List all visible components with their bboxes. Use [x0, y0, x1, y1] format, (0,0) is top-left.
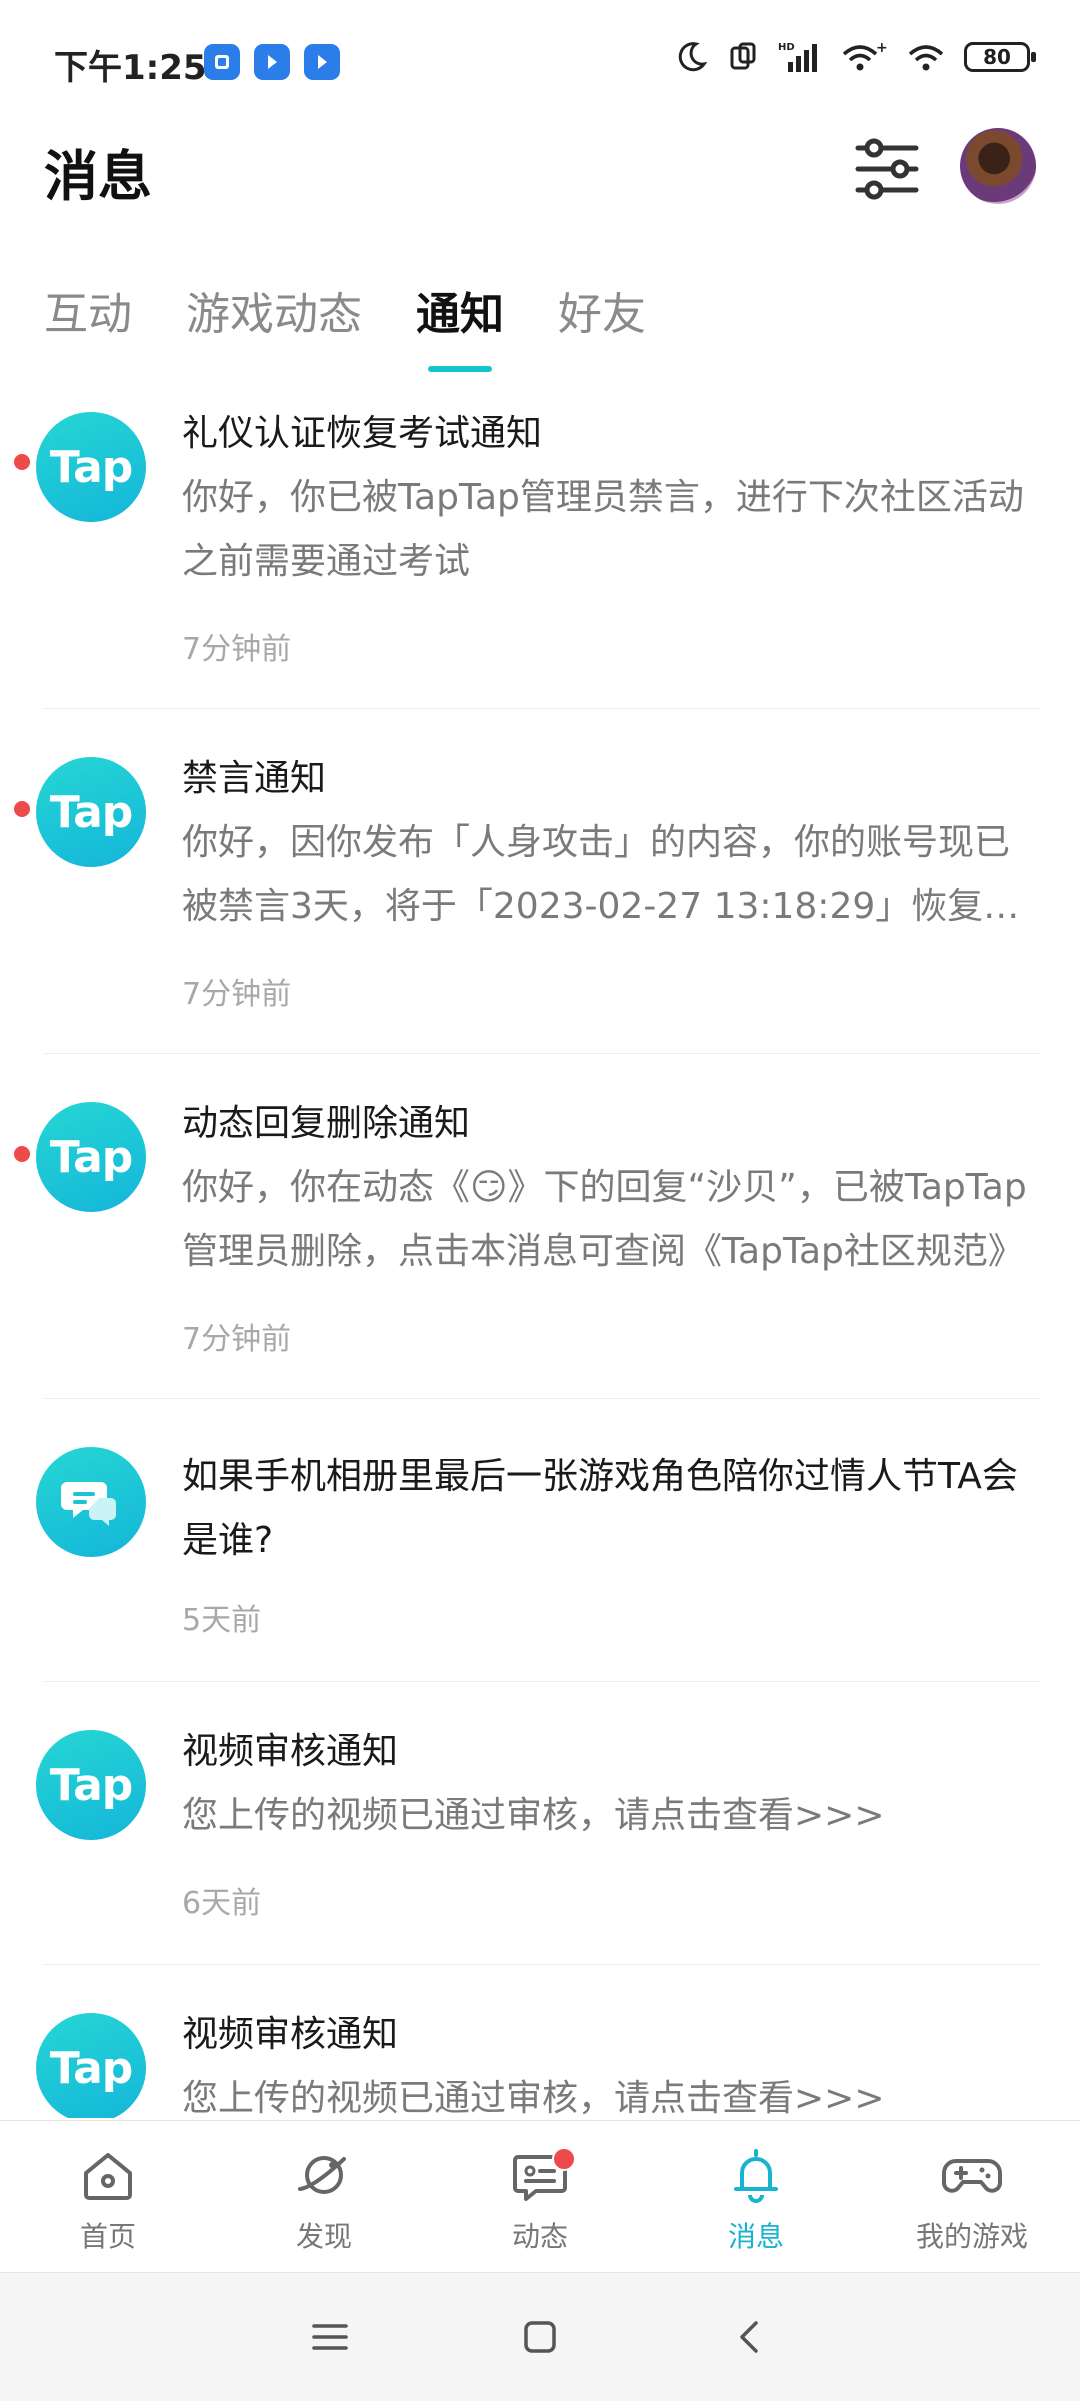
notification-time: 7分钟前: [182, 977, 292, 1012]
avatar[interactable]: [960, 128, 1036, 204]
moon-icon: [678, 42, 708, 72]
nav-my-games[interactable]: 我的游戏: [864, 2121, 1080, 2271]
nfc-icon: [730, 42, 756, 70]
page-title: 消息: [44, 145, 152, 208]
bottom-nav: 首页 发现 动态 消息 我的游戏: [0, 2120, 1080, 2271]
app-notification-icon: [304, 44, 340, 80]
notification-time: 7分钟前: [182, 1322, 292, 1357]
notification-time: 6天前: [182, 1886, 262, 1921]
tab-interaction[interactable]: 互动: [44, 278, 132, 372]
notification-item[interactable]: Tap 动态回复删除通知 你好，你在动态《😏》下的回复“沙贝”，已被TapTap…: [14, 1053, 1040, 1398]
nav-messages[interactable]: 消息: [648, 2121, 864, 2271]
active-tab-indicator: [428, 366, 492, 372]
notification-item[interactable]: Tap 礼仪认证恢复考试通知 你好，你已被TapTap管理员禁言，进行下次社区活…: [0, 398, 1080, 708]
app-notification-icon: [254, 44, 290, 80]
tab-game-updates[interactable]: 游戏动态: [186, 278, 362, 372]
notification-item[interactable]: Tap 视频审核通知 您上传的视频已通过审核，请点击查看>>>: [36, 1964, 1040, 2118]
hd-signal-icon: HD: [778, 42, 817, 72]
notification-title: 动态回复删除通知: [182, 1103, 471, 1144]
notification-item[interactable]: Tap 禁言通知 你好，因你发布「人身攻击」的内容，你的账号现已被禁言3天，将于…: [14, 708, 1040, 1053]
nav-discover-label: 发现: [295, 2220, 352, 2253]
taptap-logo-icon: Tap: [36, 1730, 146, 1840]
svg-text:+: +: [876, 40, 888, 56]
nav-home-label: 首页: [79, 2220, 136, 2253]
unread-dot: [14, 1146, 30, 1162]
filter-button[interactable]: [852, 136, 922, 202]
status-time: 下午1:25: [54, 48, 207, 88]
notification-body: 您上传的视频已通过审核，请点击查看>>>: [182, 2078, 885, 2118]
notification-title: 视频审核通知: [182, 1731, 399, 1772]
nav-home[interactable]: 首页: [0, 2121, 216, 2271]
notification-title: 如果手机相册里最后一张游戏角色陪你过情人节TA会是谁?: [182, 1456, 1018, 1561]
home-icon: [84, 2153, 132, 2200]
home-square-icon[interactable]: [520, 2317, 560, 2357]
app-notification-icon: [204, 44, 240, 80]
sliders-icon: [855, 138, 919, 200]
chat-bubble-icon: [36, 1447, 146, 1557]
tab-notifications[interactable]: 通知: [416, 278, 504, 372]
taptap-logo-icon: Tap: [36, 412, 146, 522]
tab-notifications-label: 通知: [416, 289, 504, 340]
back-icon[interactable]: [730, 2317, 770, 2357]
svg-text:HD: HD: [778, 42, 795, 53]
wifi-icon: [908, 45, 944, 71]
notification-item[interactable]: 如果手机相册里最后一张游戏角色陪你过情人节TA会是谁? 5天前: [36, 1398, 1040, 1681]
menu-icon[interactable]: [310, 2320, 350, 2354]
nav-feed[interactable]: 动态: [432, 2121, 648, 2271]
notification-title: 礼仪认证恢复考试通知: [182, 413, 543, 454]
unread-dot: [14, 801, 30, 817]
discover-planet-icon: [298, 2156, 346, 2194]
taptap-logo-icon: Tap: [36, 757, 146, 867]
status-icons: HD + 80: [674, 40, 1036, 74]
gamepad-icon: [942, 2159, 1002, 2193]
taptap-logo-icon: Tap: [36, 2013, 146, 2118]
notification-body: 你好，因你发布「人身攻击」的内容，你的账号现已被禁言3天，将于「2023-02-…: [182, 822, 1020, 927]
wifi-plus-icon: +: [842, 40, 888, 71]
taptap-logo-icon: Tap: [36, 1102, 146, 1212]
notification-item[interactable]: Tap 视频审核通知 您上传的视频已通过审核，请点击查看>>> 6天前: [36, 1681, 1040, 1964]
bell-icon: [734, 2149, 778, 2203]
unread-dot: [14, 454, 30, 470]
notification-body: 你好，你已被TapTap管理员禁言，进行下次社区活动之前需要通过考试: [182, 477, 1024, 582]
tab-friends[interactable]: 好友: [558, 278, 646, 372]
notification-title: 视频审核通知: [182, 2014, 399, 2055]
notification-body: 你好，你在动态《😏》下的回复“沙贝”，已被TapTap管理员删除，点击本消息可查…: [182, 1167, 1027, 1272]
notification-title: 禁言通知: [182, 758, 327, 799]
system-navigation-bar: [0, 2272, 1080, 2401]
nav-my-games-label: 我的游戏: [915, 2220, 1028, 2253]
battery-icon: 80: [964, 42, 1036, 72]
notification-time: 5天前: [182, 1603, 262, 1638]
notification-body: 您上传的视频已通过审核，请点击查看>>>: [182, 1795, 885, 1836]
unread-badge-dot: [552, 2147, 576, 2171]
nav-feed-label: 动态: [511, 2220, 568, 2253]
tab-bar: 互动 游戏动态 通知 好友: [44, 278, 646, 372]
status-bar: 下午1:25 HD + 80: [0, 0, 1080, 128]
notification-list: Tap 礼仪认证恢复考试通知 你好，你已被TapTap管理员禁言，进行下次社区活…: [0, 398, 1080, 2118]
notification-time: 7分钟前: [182, 632, 292, 667]
nav-messages-label: 消息: [727, 2220, 784, 2253]
nav-discover[interactable]: 发现: [216, 2121, 432, 2271]
